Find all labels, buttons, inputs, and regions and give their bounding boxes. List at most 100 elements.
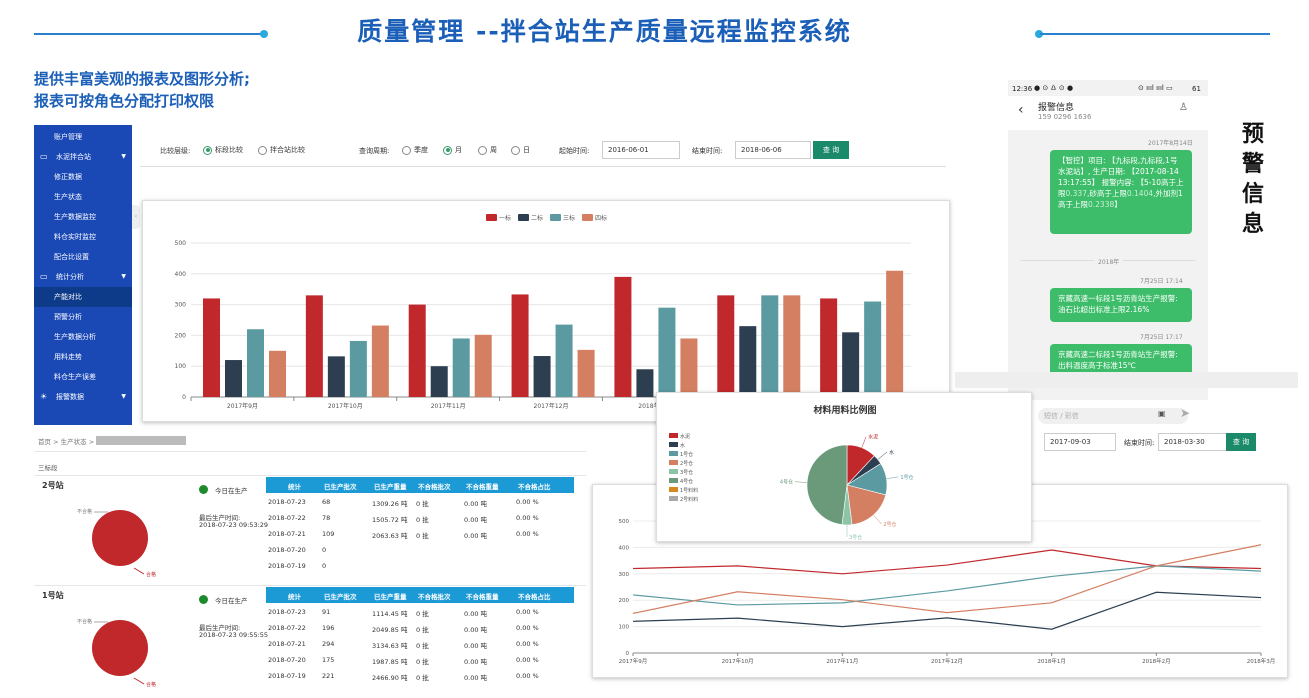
legend-swatch	[669, 487, 678, 492]
table-cell: 78	[322, 514, 331, 522]
table-cell: 0.00 %	[516, 656, 539, 664]
status-dot-icon	[199, 595, 208, 604]
table-row: 2018-07-23 68 1309.26 吨 0 批 0.00 吨 0.00 %	[266, 495, 574, 511]
y-tick-label: 300	[175, 302, 187, 309]
legend-label: 水泥	[680, 433, 690, 440]
sidebar-item-7[interactable]: ▭ ▼ 统计分析	[34, 267, 132, 287]
legend-swatch	[669, 496, 678, 501]
table-cell: 0.00 吨	[464, 500, 488, 508]
bar	[533, 356, 551, 397]
bar	[577, 349, 595, 397]
table-row: 2018-07-22 196 2049.85 吨 0 批 0.00 吨 0.00 %	[266, 621, 574, 637]
collapse-handle[interactable]: ‹	[132, 205, 140, 229]
station-pie: 不合格合格	[77, 618, 156, 688]
contact-icon[interactable]: ♙	[1179, 102, 1188, 113]
sidebar-item-9[interactable]: 预警分析	[34, 307, 132, 327]
sidebar-item-label: 生产状态	[54, 193, 82, 201]
breadcrumb-home[interactable]: 首页	[38, 438, 51, 446]
table-cell: 0.00 %	[516, 640, 539, 648]
pie-leader	[133, 567, 145, 575]
phone-bottom-bg	[955, 372, 1298, 388]
sidebar-item-1[interactable]: ▭ ▼ 水泥拌合站	[34, 147, 132, 167]
table-cell: 2018-07-19	[268, 562, 306, 570]
breadcrumb-divider	[34, 451, 586, 452]
start-date-input[interactable]: 2016-06-01	[602, 141, 680, 159]
sidebar-item-4[interactable]: 生产数据监控	[34, 207, 132, 227]
end-date-input[interactable]: 2018-06-06	[735, 141, 811, 159]
breadcrumb-section[interactable]: 生产状态	[61, 438, 87, 446]
end-label: 结束时间:	[692, 147, 723, 155]
table-cell: 0.00 %	[516, 498, 539, 506]
table-cell: 0.00 %	[516, 608, 539, 616]
line-end-input[interactable]: 2018-03-30	[1158, 433, 1228, 451]
attachment-icon[interactable]: ▣	[1158, 409, 1166, 418]
sidebar-item-label: 用料走势	[54, 353, 82, 361]
radio-section[interactable]: 标段比较	[203, 145, 243, 155]
table-cell: 1987.85 吨	[372, 658, 408, 666]
series-line	[632, 549, 1262, 575]
sidebar-item-13[interactable]: ☀ ▼ 报警数据	[34, 387, 132, 407]
sidebar-item-6[interactable]: 配合比设置	[34, 247, 132, 267]
legend-swatch	[669, 460, 678, 465]
table-cell: 0 批	[416, 610, 429, 618]
radio-quarter[interactable]: 季度	[402, 145, 428, 155]
y-tick-label: 500	[175, 240, 187, 247]
table-header-cell: 不合格批次	[418, 483, 451, 491]
pie-leader	[886, 476, 899, 479]
phone-input-bar: + 短信 / 彩信 ▣ ➤	[1010, 404, 1205, 428]
pie-slice-label: 3号仓	[849, 534, 862, 541]
query-button[interactable]: 查 询	[813, 141, 849, 159]
sidebar-item-10[interactable]: 生产数据分析	[34, 327, 132, 347]
radio-day[interactable]: 日	[511, 145, 530, 155]
send-icon[interactable]: ➤	[1180, 406, 1190, 420]
y-tick-label: 0	[182, 394, 186, 401]
radio-week[interactable]: 周	[478, 145, 497, 155]
pie-slice-label: 4号仓	[780, 479, 793, 486]
table-header-cell: 不合格占比	[518, 483, 551, 491]
station-name: 1号站	[42, 591, 64, 600]
line-start-input[interactable]: 2017-09-03	[1044, 433, 1116, 451]
table-cell: 0	[322, 562, 327, 570]
sidebar-item-12[interactable]: 料仓生产误差	[34, 367, 132, 387]
sidebar-item-5[interactable]: 料仓实时监控	[34, 227, 132, 247]
sidebar-item-8[interactable]: 产能对比	[34, 287, 132, 307]
radio-month[interactable]: 月	[443, 145, 462, 155]
radio-station[interactable]: 拌合站比较	[258, 145, 305, 155]
sidebar-item-label: 生产数据监控	[54, 213, 96, 221]
table-cell: 2018-07-20	[268, 656, 306, 664]
table-cell: 2018-07-22	[268, 514, 306, 522]
y-tick-label: 0	[626, 651, 630, 657]
pie-slice-label: 1号仓	[900, 474, 913, 481]
bar	[474, 334, 492, 397]
subtitle-line2: 报表可按角色分配打印权限	[34, 92, 215, 110]
line-query-button[interactable]: 查 询	[1226, 433, 1256, 451]
sidebar-item-0[interactable]: 账户管理	[34, 127, 132, 147]
table-cell: 2018-07-21	[268, 530, 306, 538]
table-header-cell: 不合格重量	[466, 593, 499, 601]
table-cell: 1309.26 吨	[372, 500, 408, 508]
subtitle-line1: 提供丰富美观的报表及图形分析;	[34, 70, 251, 88]
table-cell: 0.00 吨	[464, 658, 488, 666]
table-cell: 2018-07-21	[268, 640, 306, 648]
legend-swatch	[669, 478, 678, 483]
pie-leader	[133, 677, 145, 685]
y-tick-label: 500	[619, 519, 630, 525]
y-tick-label: 100	[175, 363, 187, 370]
table-header-cell: 统计	[288, 483, 301, 491]
table-cell: 0.00 吨	[464, 674, 488, 682]
bar	[717, 295, 735, 397]
sidebar-item-label: 水泥拌合站	[56, 153, 91, 161]
table-cell: 68	[322, 498, 331, 506]
bar	[614, 276, 632, 397]
table-cell: 2466.90 吨	[372, 674, 408, 682]
sidebar-item-2[interactable]: 修正数据	[34, 167, 132, 187]
chat-title: 报警信息	[1038, 103, 1075, 113]
table-cell: 0 批	[416, 642, 429, 650]
back-arrow-icon[interactable]: ‹	[1018, 102, 1024, 118]
sidebar-item-11[interactable]: 用料走势	[34, 347, 132, 367]
bulb-icon: ☀	[40, 392, 48, 401]
header-right-line	[1040, 33, 1270, 35]
bar-legend: 一标 二标 三标 四标	[486, 214, 607, 222]
sidebar-item-3[interactable]: 生产状态	[34, 187, 132, 207]
table-cell: 3134.63 吨	[372, 642, 408, 650]
